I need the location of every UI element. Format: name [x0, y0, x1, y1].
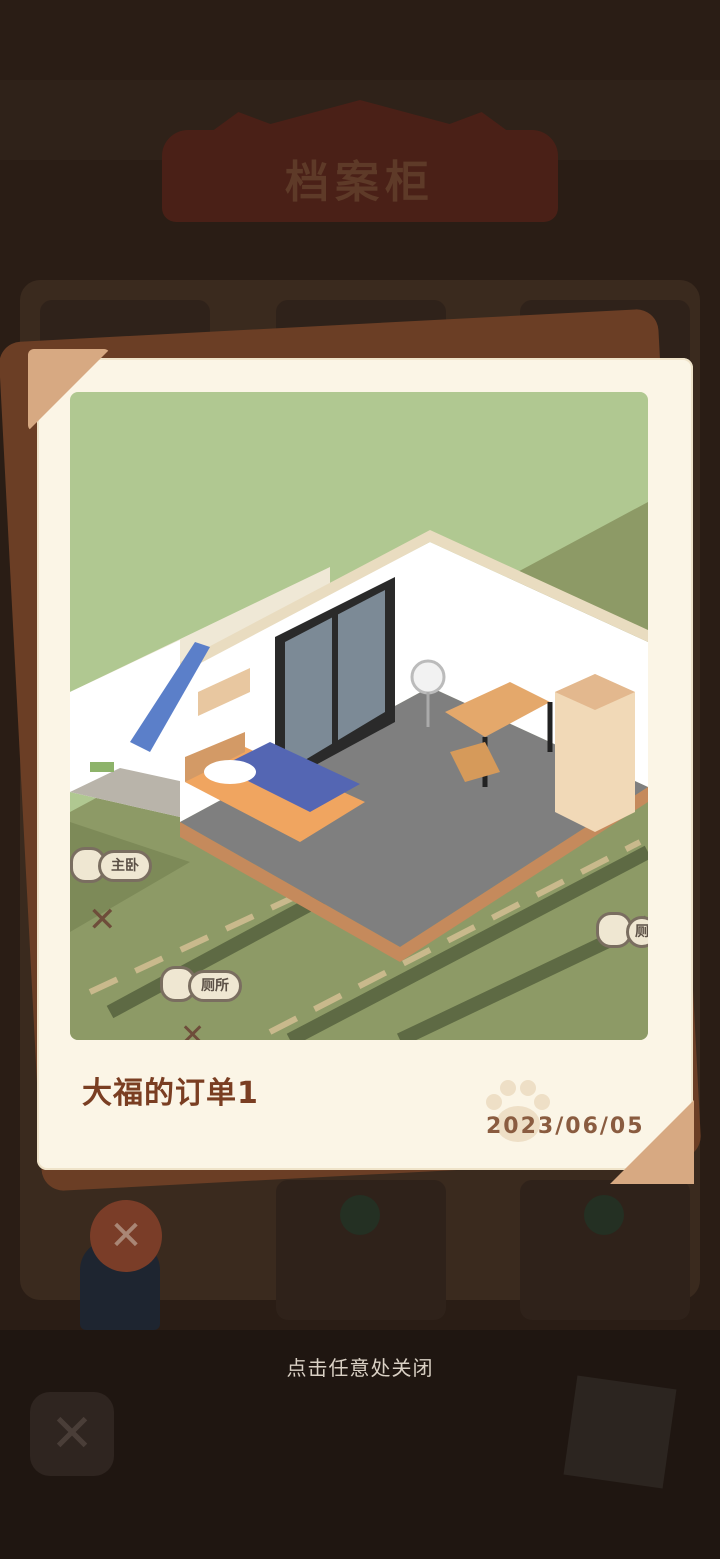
- room-photo: 主卧 ✕ 厕所 ✕ 厕: [70, 392, 648, 1040]
- background-note-icon: [563, 1375, 677, 1489]
- background-clip-icon: [340, 1195, 380, 1235]
- paw-icon: [486, 1080, 550, 1142]
- background-clip-icon: [584, 1195, 624, 1235]
- order-date: 2023/06/05: [486, 1114, 645, 1139]
- label-master-bedroom: 主卧: [98, 850, 152, 882]
- marker-x-icon: ✕: [180, 1018, 206, 1040]
- room-illustration: [70, 502, 648, 1040]
- background-close-icon: ✕: [90, 1200, 162, 1272]
- background-title: 档案柜: [285, 157, 435, 208]
- marker-x-icon: ✕: [88, 900, 117, 940]
- order-title: 大福的订单1: [82, 1076, 259, 1111]
- label-toilet: 厕所: [188, 970, 242, 1002]
- close-hint[interactable]: 点击任意处关闭: [0, 1352, 720, 1381]
- background-close-button: ✕: [30, 1392, 114, 1476]
